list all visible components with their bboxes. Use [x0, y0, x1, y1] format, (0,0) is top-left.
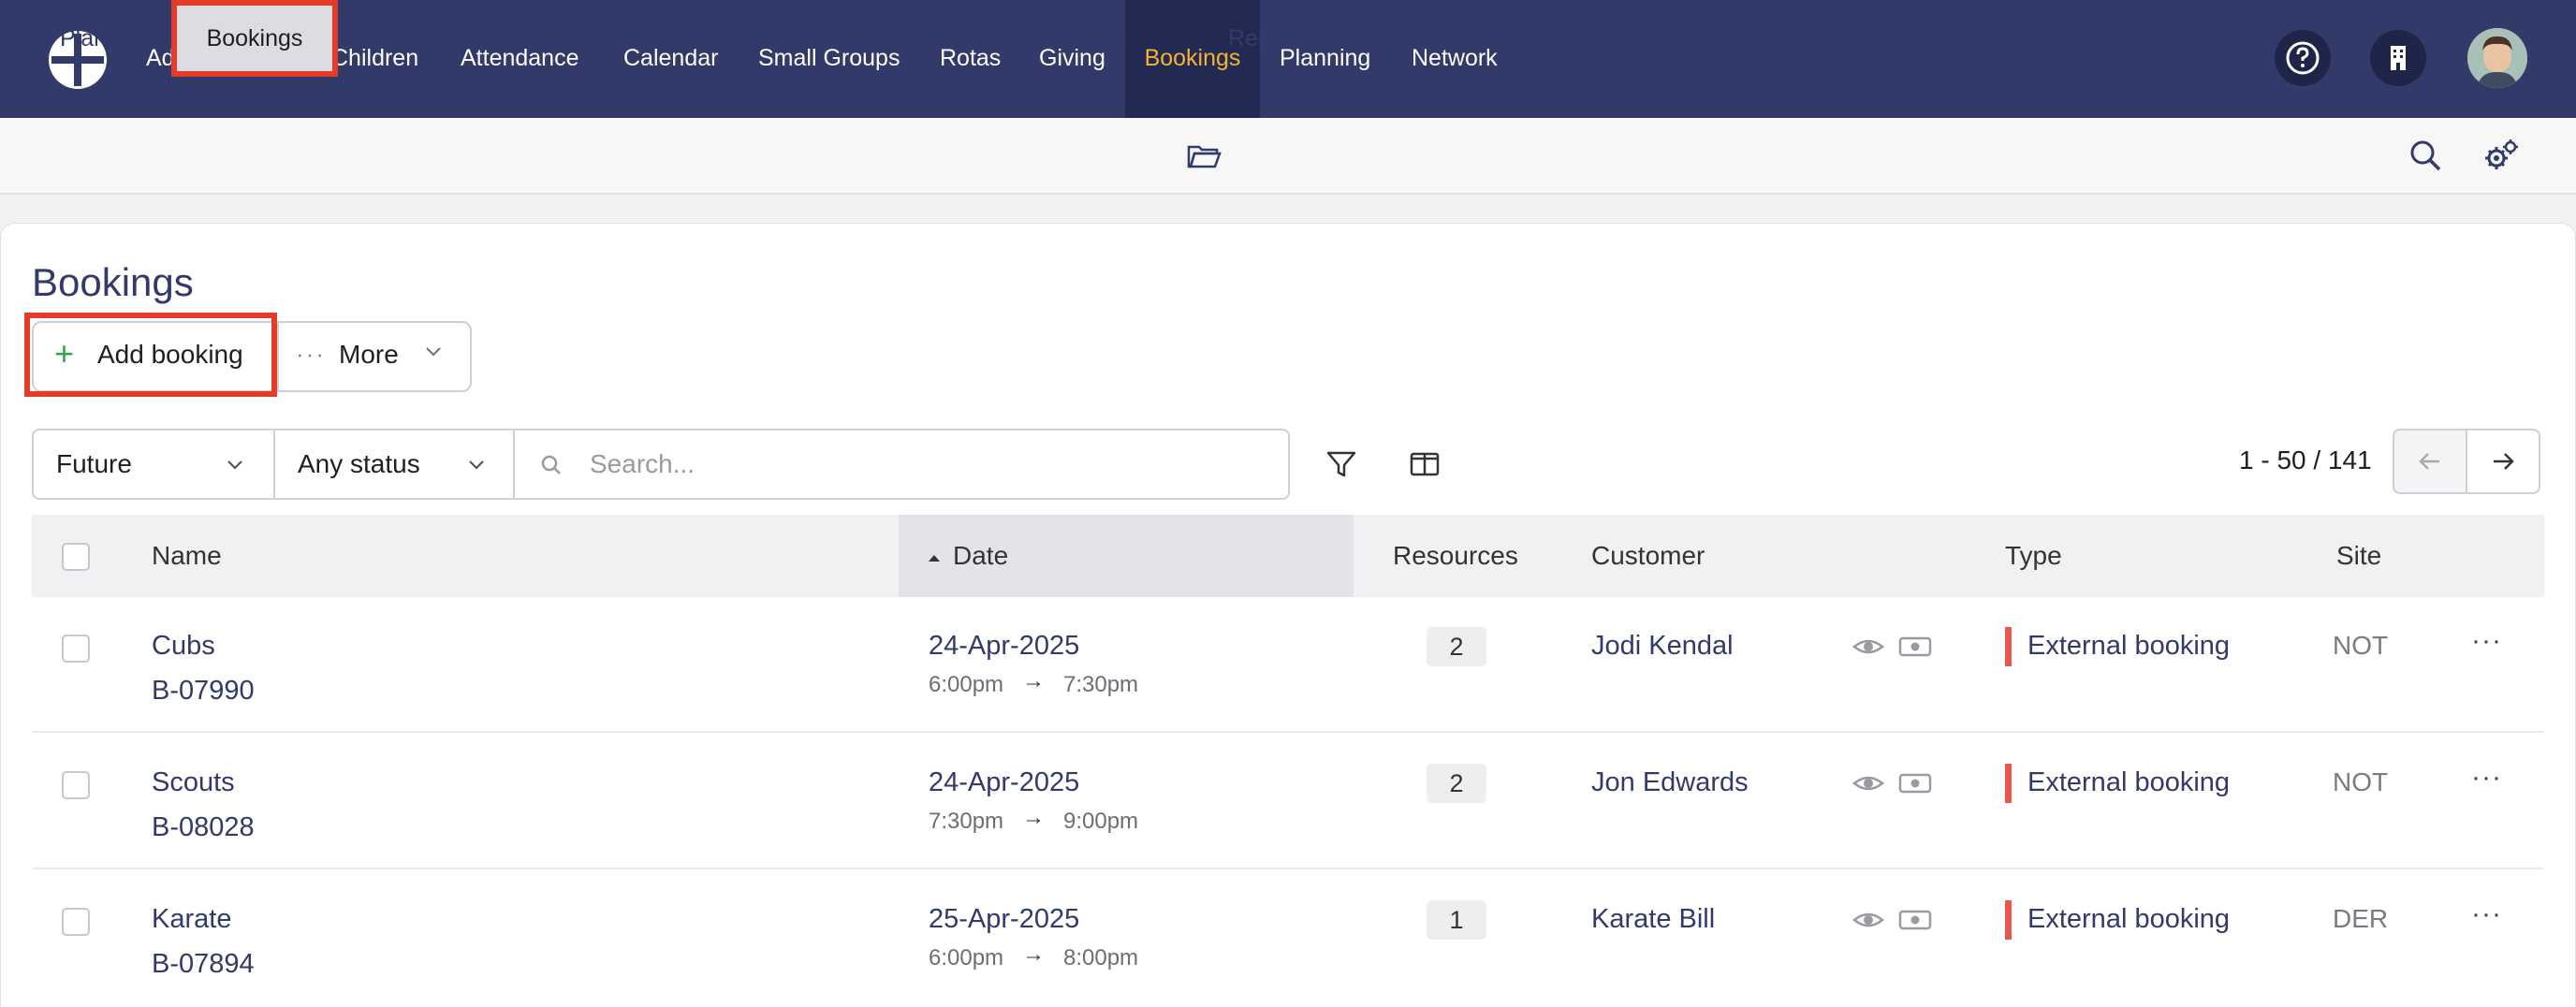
- type-color-marker: [2005, 627, 2012, 666]
- previous-page-button[interactable]: [2393, 429, 2467, 494]
- subnav-tags[interactable]: Tags: [660, 0, 710, 77]
- type-color-marker: [2005, 900, 2012, 940]
- more-button[interactable]: More: [339, 340, 399, 370]
- start-time: 6:00pm: [929, 672, 1004, 697]
- column-header-name[interactable]: Name: [152, 515, 222, 597]
- plus-icon: +: [54, 334, 75, 372]
- booking-type[interactable]: External booking: [2027, 631, 2230, 662]
- booking-date[interactable]: 24-Apr-2025: [929, 767, 1079, 798]
- sub-navigation-bar: [0, 118, 2576, 195]
- sort-ascending-icon: [929, 555, 940, 562]
- organisation-button[interactable]: [2370, 30, 2426, 86]
- booking-name[interactable]: Karate: [152, 904, 231, 935]
- chevron-down-icon: [426, 347, 441, 357]
- booking-type[interactable]: External booking: [2027, 904, 2230, 935]
- start-time: 7:30pm: [929, 809, 1004, 834]
- help-button[interactable]: [2275, 30, 2331, 86]
- row-checkbox[interactable]: [62, 771, 90, 799]
- row-divider: [32, 868, 2544, 869]
- money-icon[interactable]: [1898, 903, 1932, 937]
- type-color-marker: [2005, 764, 2012, 803]
- booking-site: DER: [2333, 904, 2389, 933]
- subnav-types[interactable]: Types: [1064, 0, 1127, 77]
- subnav-bookings[interactable]: Bookings: [171, 0, 338, 77]
- customer-link[interactable]: Karate Bill: [1591, 904, 1715, 935]
- column-header-date[interactable]: Date: [953, 515, 1008, 597]
- row-actions-button[interactable]: ···: [2471, 898, 2502, 930]
- end-time: 9:00pm: [1063, 809, 1139, 834]
- search-input[interactable]: Search...: [590, 429, 695, 500]
- column-header-customer[interactable]: Customer: [1591, 515, 1705, 597]
- arrow-right-icon: →: [1022, 805, 1045, 830]
- row-checkbox[interactable]: [62, 635, 90, 663]
- search-icon: [541, 455, 561, 474]
- nav-network[interactable]: Network: [1412, 0, 1498, 118]
- dots-icon: ···: [296, 340, 326, 368]
- add-booking-label: Add booking: [97, 340, 243, 369]
- filter-icon[interactable]: [1323, 445, 1360, 483]
- avatar-image: [2467, 28, 2527, 88]
- column-header-type[interactable]: Type: [2005, 515, 2062, 597]
- button-divider: [277, 323, 279, 390]
- customer-link[interactable]: Jon Edwards: [1591, 767, 1749, 798]
- page-title: Bookings: [32, 260, 194, 304]
- resources-count-badge: 2: [1427, 764, 1486, 803]
- chevron-down-icon: [469, 460, 484, 470]
- resources-count-badge: 1: [1427, 900, 1486, 940]
- pagination-range: 1 - 50 / 141: [2239, 445, 2372, 474]
- row-checkbox[interactable]: [62, 908, 90, 936]
- money-icon[interactable]: [1898, 630, 1932, 664]
- booking-ref[interactable]: B-07894: [152, 949, 255, 980]
- eye-icon[interactable]: [1852, 903, 1885, 937]
- row-actions-button[interactable]: ···: [2471, 762, 2502, 794]
- resources-count-badge: 2: [1427, 627, 1486, 666]
- booking-name[interactable]: Cubs: [152, 631, 215, 662]
- next-page-button[interactable]: [2466, 429, 2540, 494]
- select-all-checkbox[interactable]: [62, 543, 90, 571]
- arrow-left-icon: [2419, 453, 2439, 470]
- search-icon[interactable]: [2406, 136, 2447, 177]
- settings-gears-icon[interactable]: [2481, 136, 2522, 177]
- subnav-resources[interactable]: Resources: [894, 0, 1006, 77]
- arrow-right-icon: [2494, 453, 2514, 470]
- booking-date[interactable]: 25-Apr-2025: [929, 904, 1079, 935]
- row-actions-button[interactable]: ···: [2471, 625, 2502, 657]
- arrow-right-icon: →: [1022, 668, 1045, 693]
- subnav-planner[interactable]: Planner: [60, 0, 140, 77]
- customer-link[interactable]: Jodi Kendal: [1591, 631, 1734, 662]
- end-time: 8:00pm: [1063, 945, 1139, 971]
- subnav-reports[interactable]: Reports: [1228, 0, 1310, 77]
- filter-divider: [273, 429, 275, 500]
- start-time: 6:00pm: [929, 945, 1004, 971]
- booking-site: NOT: [2333, 631, 2389, 660]
- columns-icon[interactable]: [1406, 445, 1443, 483]
- booking-date[interactable]: 24-Apr-2025: [929, 631, 1079, 662]
- subnav-prices[interactable]: Prices: [769, 0, 834, 77]
- booking-ref[interactable]: B-08028: [152, 812, 255, 843]
- status-select[interactable]: Any status: [298, 429, 420, 500]
- booking-type[interactable]: External booking: [2027, 767, 2230, 798]
- eye-icon[interactable]: [1852, 630, 1885, 664]
- column-header-resources[interactable]: Resources: [1393, 515, 1518, 597]
- user-avatar[interactable]: [2467, 28, 2527, 88]
- booking-ref[interactable]: B-07990: [152, 676, 255, 707]
- building-icon: [2391, 46, 2406, 70]
- subnav-flows[interactable]: Flows: [539, 0, 600, 77]
- booking-site: NOT: [2333, 767, 2389, 796]
- date-range-select[interactable]: Future: [56, 429, 132, 500]
- arrow-right-icon: →: [1022, 941, 1045, 967]
- money-icon[interactable]: [1898, 766, 1932, 800]
- folder-icon: [1187, 145, 1222, 168]
- column-header-site[interactable]: Site: [2336, 515, 2381, 597]
- end-time: 7:30pm: [1063, 672, 1139, 697]
- booking-name[interactable]: Scouts: [152, 767, 235, 798]
- row-divider: [32, 731, 2544, 733]
- subnav-customers[interactable]: Customers: [362, 0, 476, 77]
- chevron-down-icon: [227, 460, 242, 470]
- eye-icon[interactable]: [1852, 766, 1885, 800]
- filter-divider: [513, 429, 515, 500]
- question-icon: [2286, 41, 2320, 75]
